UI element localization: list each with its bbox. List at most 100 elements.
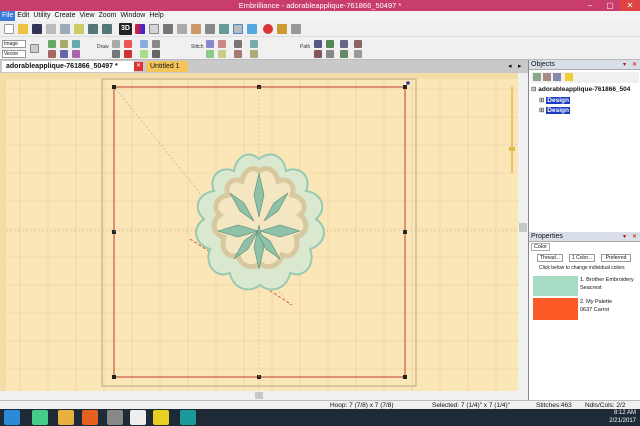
- add-node-icon[interactable]: [60, 50, 68, 58]
- path-trim-icon[interactable]: [354, 50, 362, 58]
- maximize-button[interactable]: ▢: [600, 0, 620, 11]
- redo-icon[interactable]: [102, 24, 112, 34]
- obj-tool-1-icon[interactable]: [533, 73, 541, 81]
- draw-color-icon[interactable]: [124, 40, 132, 48]
- canvas-drawing[interactable]: [0, 73, 528, 400]
- image-button[interactable]: Image: [2, 40, 26, 48]
- stitch-run-icon[interactable]: [206, 40, 214, 48]
- tab-scroll-left-icon[interactable]: ◂: [508, 62, 517, 71]
- lock-icon[interactable]: [565, 73, 573, 81]
- hoop-icon[interactable]: [219, 24, 229, 34]
- thread-button[interactable]: Thread...: [537, 254, 563, 262]
- objects-close-icon[interactable]: ✕: [632, 60, 637, 70]
- draw-bean-icon[interactable]: [152, 50, 160, 58]
- tree-item-design-2[interactable]: ⊞ Design: [539, 107, 570, 115]
- vertical-scroll-thumb[interactable]: [519, 223, 527, 232]
- draw-shape-icon[interactable]: [112, 40, 120, 48]
- color-view-icon[interactable]: [135, 24, 145, 34]
- stitch-property-icon[interactable]: [234, 40, 242, 48]
- path-simplify-icon[interactable]: [340, 50, 348, 58]
- horizontal-scroll-thumb[interactable]: [255, 392, 263, 399]
- draw-satin-icon[interactable]: [152, 40, 160, 48]
- save-icon[interactable]: [32, 24, 42, 34]
- measure-icon[interactable]: [205, 24, 215, 34]
- select-icon[interactable]: [233, 24, 243, 34]
- path-close-icon[interactable]: [326, 40, 334, 48]
- cut-icon[interactable]: [74, 24, 84, 34]
- menu-file[interactable]: File: [0, 11, 16, 21]
- undo-icon[interactable]: [88, 24, 98, 34]
- close-tab-icon[interactable]: ✕: [134, 62, 143, 71]
- node-icon[interactable]: [48, 40, 56, 48]
- path-join-icon[interactable]: [314, 50, 322, 58]
- obj-tool-3-icon[interactable]: [553, 73, 561, 81]
- properties-close-icon[interactable]: ✕: [632, 232, 637, 242]
- vertical-scrollbar[interactable]: [518, 73, 528, 400]
- tools-icon[interactable]: [291, 24, 301, 34]
- path-split-icon[interactable]: [326, 50, 334, 58]
- app-icon-4[interactable]: [107, 410, 123, 425]
- menu-help[interactable]: Help: [147, 11, 165, 21]
- stitch-path-icon[interactable]: [250, 40, 258, 48]
- menu-window[interactable]: Window: [118, 11, 147, 21]
- magic-icon[interactable]: [277, 24, 287, 34]
- file-explorer-icon[interactable]: [58, 410, 74, 425]
- close-button[interactable]: ✕: [620, 0, 640, 11]
- draw-fill-icon[interactable]: [124, 50, 132, 58]
- color-swatch-1[interactable]: [533, 276, 578, 296]
- tab-scroll-right-icon[interactable]: ▸: [518, 62, 527, 71]
- minimize-button[interactable]: –: [580, 0, 600, 11]
- stitch-view-icon[interactable]: [149, 24, 159, 34]
- curve-icon[interactable]: [60, 40, 68, 48]
- zoom-slider-thumb[interactable]: [509, 147, 515, 151]
- print-preview-icon[interactable]: [60, 24, 70, 34]
- ruler-icon[interactable]: [191, 24, 201, 34]
- objects-tree-root[interactable]: ⊟ adorableapplique-761866_504: [531, 86, 639, 94]
- grid-icon[interactable]: [247, 24, 257, 34]
- windows-start-icon[interactable]: [4, 410, 20, 425]
- obj-tool-2-icon[interactable]: [543, 73, 551, 81]
- menu-edit[interactable]: Edit: [15, 11, 31, 21]
- zoom-icon[interactable]: [163, 24, 173, 34]
- design-canvas[interactable]: [0, 73, 528, 400]
- record-icon[interactable]: [263, 24, 273, 34]
- app-icon-5[interactable]: [130, 410, 146, 425]
- menu-create[interactable]: Create: [52, 11, 77, 21]
- one-color-button[interactable]: 1 Color...: [569, 254, 595, 262]
- properties-pin-icon[interactable]: ▾: [623, 232, 626, 242]
- stitch-satin-icon[interactable]: [218, 40, 226, 48]
- open-folder-icon[interactable]: [18, 24, 28, 34]
- rotate-handle[interactable]: [406, 81, 410, 85]
- path-reverse-icon[interactable]: [340, 40, 348, 48]
- 3d-view-icon[interactable]: 3D: [119, 23, 132, 35]
- stitch-edit-icon[interactable]: [234, 50, 242, 58]
- stitch-applique-icon[interactable]: [218, 50, 226, 58]
- pan-icon[interactable]: [177, 24, 187, 34]
- tree-item-design-1[interactable]: ⊞ Design: [539, 97, 570, 105]
- menu-view[interactable]: View: [77, 11, 96, 21]
- smooth-icon[interactable]: [72, 50, 80, 58]
- vector-button[interactable]: Vector: [2, 50, 26, 58]
- draw-erase-icon[interactable]: [112, 50, 120, 58]
- new-file-icon[interactable]: [4, 24, 14, 34]
- stitch-fill-icon[interactable]: [206, 50, 214, 58]
- firefox-icon[interactable]: [82, 410, 98, 425]
- tab-untitled-1[interactable]: Untitled 1 *: [146, 61, 188, 81]
- color-swatch-2[interactable]: [533, 298, 578, 320]
- draw-tatami-icon[interactable]: [140, 50, 148, 58]
- app-icon-6[interactable]: [153, 410, 169, 425]
- import-icon[interactable]: [30, 44, 39, 53]
- line-icon[interactable]: [72, 40, 80, 48]
- embrilliance-icon[interactable]: [180, 410, 196, 425]
- print-icon[interactable]: [46, 24, 56, 34]
- objects-pin-icon[interactable]: ▾: [623, 60, 626, 70]
- path-offset-icon[interactable]: [354, 40, 362, 48]
- tab-color[interactable]: Color: [531, 243, 551, 251]
- preferred-button[interactable]: Preferred: [601, 254, 631, 262]
- menu-zoom[interactable]: Zoom: [97, 11, 119, 21]
- menu-utility[interactable]: Utility: [31, 11, 52, 21]
- stitch-convert-icon[interactable]: [250, 50, 258, 58]
- delete-node-icon[interactable]: [48, 50, 56, 58]
- draw-run-icon[interactable]: [140, 40, 148, 48]
- chrome-icon[interactable]: [32, 410, 48, 425]
